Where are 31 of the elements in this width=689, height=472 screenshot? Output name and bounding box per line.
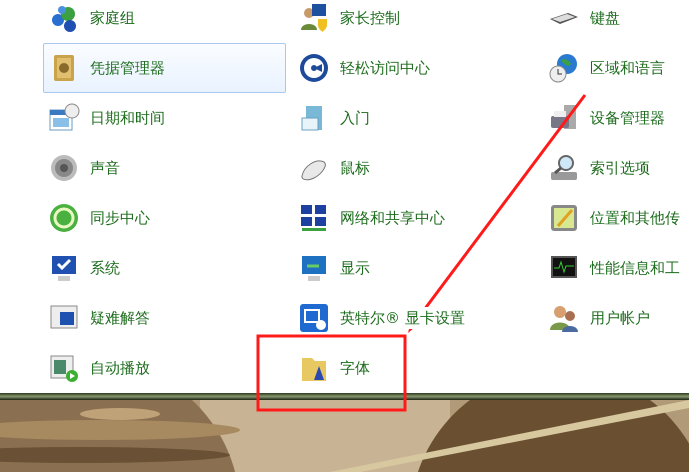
- people-shield-icon: [298, 2, 330, 34]
- control-panel-item[interactable]: 轻松访问中心: [293, 43, 543, 93]
- control-panel-item[interactable]: 用户帐户: [543, 293, 689, 343]
- speaker-icon: [48, 152, 80, 184]
- control-panel-item[interactable]: 键盘: [543, 0, 689, 43]
- control-panel-item[interactable]: 位置和其他传: [543, 193, 689, 243]
- control-panel-item[interactable]: 自动播放: [43, 343, 293, 393]
- sync-icon: [48, 202, 80, 234]
- control-panel-item[interactable]: 系统: [43, 243, 293, 293]
- globe-clock-icon: [548, 52, 580, 84]
- keyboard-icon: [549, 11, 579, 25]
- tile-icon: [298, 302, 330, 334]
- control-panel-item[interactable]: 设备管理器: [543, 93, 689, 143]
- control-panel-item[interactable]: 英特尔® 显卡设置: [293, 293, 543, 343]
- control-panel-item[interactable]: 声音: [43, 143, 293, 193]
- control-panel-item[interactable]: 日期和时间: [43, 93, 293, 143]
- control-panel-item[interactable]: 网络和共享中心: [293, 193, 543, 243]
- map-device-icon: [548, 202, 580, 234]
- control-panel-item[interactable]: 字体: [293, 343, 543, 393]
- control-panel-item[interactable]: 索引选项: [543, 143, 689, 193]
- control-panel-item[interactable]: 区域和语言: [543, 43, 689, 93]
- control-panel-item[interactable]: 家长控制: [293, 0, 543, 43]
- control-panel-item[interactable]: 鼠标: [293, 143, 543, 193]
- control-panel-item[interactable]: 疑难解答: [43, 293, 293, 343]
- control-panel-item[interactable]: 性能信息和工: [543, 243, 689, 293]
- control-panel-item[interactable]: 显示: [293, 243, 543, 293]
- control-panel-item[interactable]: 同步中心: [43, 193, 293, 243]
- dial-icon: [298, 52, 330, 84]
- control-panel-item[interactable]: 凭据管理器: [43, 43, 286, 93]
- control-panel-item[interactable]: 家庭组: [43, 0, 293, 43]
- control-panel-item[interactable]: 入门: [293, 93, 543, 143]
